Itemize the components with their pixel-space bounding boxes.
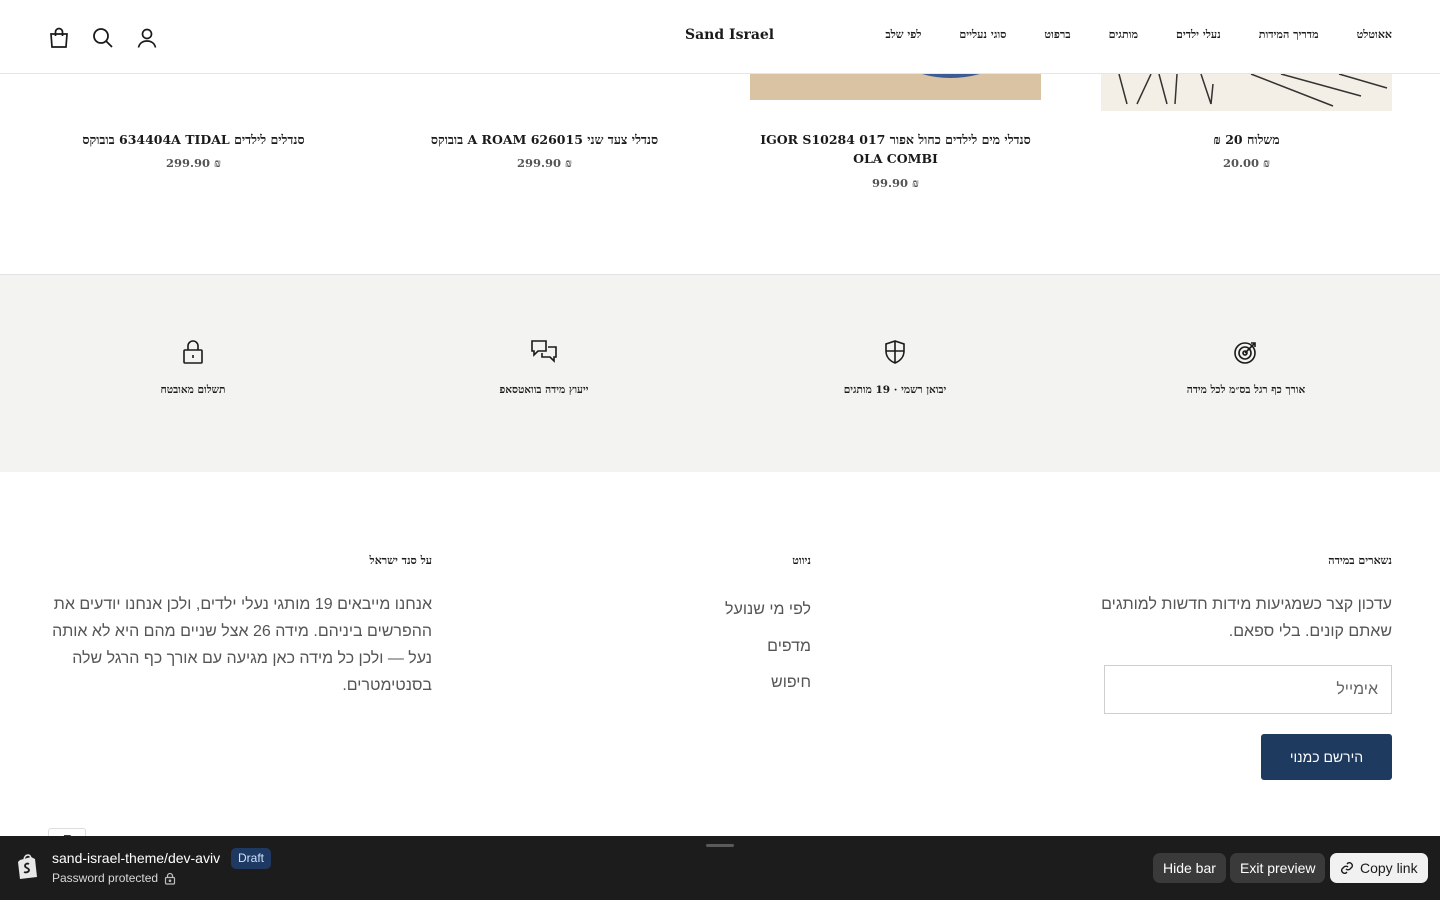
feature-label: תשלום מאובטח [160, 384, 226, 396]
site-logo[interactable]: Sand Israel [685, 27, 774, 43]
footer-link-search[interactable]: חיפוש [725, 665, 811, 702]
header-icons [48, 26, 158, 50]
feature-label: ייעוץ מידה בוואטסאפ [499, 384, 589, 396]
password-status-label: Password protected [52, 871, 159, 885]
product-title[interactable]: משלוח 20 ₪ [1101, 130, 1392, 149]
status-badge: Draft [231, 848, 272, 869]
shopify-icon [18, 854, 37, 879]
site-header: Sand Israel לפי שלב סוגי נעליים ברפוט מו… [0, 0, 1440, 74]
footer-nav-links: לפי מי שנועל מדפים חיפוש [725, 592, 811, 702]
product-title[interactable]: סנדלים לילדים 634404A TIDAL בובוקס [48, 130, 339, 149]
features-band: אורך כף רגל בס״מ לכל מידה יבואן רשמי · 1… [0, 274, 1440, 472]
password-status: Password protected [52, 871, 176, 885]
product-card[interactable]: סנדלי צעד שני A ROAM 626015 בובוקס ₪ 299… [399, 74, 690, 194]
feature-item: אורך כף רגל בס״מ לכל מידה [1096, 339, 1396, 396]
nav-item-kids-shoes[interactable]: נעלי ילדים [1176, 28, 1221, 41]
target-icon [1096, 339, 1396, 365]
site-footer: נשארים במידה עדכון קצר כשמגיעות מידות חד… [0, 472, 1440, 840]
exit-preview-label: Exit preview [1240, 860, 1316, 876]
product-price: ₪ 299.90 [165, 156, 221, 170]
nav-item-shoe-types[interactable]: סוגי נעליים [959, 28, 1006, 41]
product-image[interactable] [750, 74, 1041, 100]
nav-item-barefoot[interactable]: ברפוט [1044, 28, 1070, 41]
product-price: ₪ 299.90 [516, 156, 572, 170]
product-title[interactable]: סנדלי מים לילדים כחול אפור IGOR S10284 0… [750, 130, 1041, 168]
chat-icon [394, 339, 694, 365]
shield-icon [745, 339, 1045, 365]
lock-icon [43, 339, 343, 365]
product-title[interactable]: סנדלי צעד שני A ROAM 626015 בובוקס [399, 130, 690, 149]
about-text: אנחנו מייבאים 19 מותגי נעלי ילדים, ולכן … [52, 596, 432, 694]
subscribe-button[interactable]: הירשם כמנוי [1261, 734, 1392, 780]
account-icon[interactable] [136, 26, 158, 50]
copy-link-label: Copy link [1360, 860, 1418, 876]
link-icon [1341, 862, 1353, 874]
nav-item-size-guide[interactable]: מדריך המידות [1259, 28, 1319, 41]
newsletter-title: נשארים במידה [1328, 554, 1392, 567]
feature-label: אורך כף רגל בס״מ לכל מידה [1186, 384, 1306, 396]
hide-bar-label: Hide bar [1163, 860, 1216, 876]
product-image[interactable] [1101, 74, 1392, 111]
footer-link-by-wearer[interactable]: לפי מי שנועל [725, 592, 811, 629]
search-icon[interactable] [92, 26, 114, 50]
exit-preview-button[interactable]: Exit preview [1230, 853, 1326, 883]
nav-item-brands[interactable]: מותגים [1109, 28, 1138, 41]
copy-link-button[interactable]: Copy link [1330, 853, 1428, 883]
footer-link-shelves[interactable]: מדפים [725, 629, 811, 666]
theme-name: sand-israel-theme/dev-aviv [52, 850, 221, 866]
main-nav: לפי שלב סוגי נעליים ברפוט מותגים נעלי יל… [885, 28, 1392, 41]
lock-icon [164, 872, 176, 885]
hide-bar-button[interactable]: Hide bar [1153, 853, 1226, 883]
product-card[interactable]: משלוח 20 ₪ ₪ 20.00 [1101, 74, 1392, 194]
feature-item: תשלום מאובטח [43, 339, 343, 396]
bag-icon[interactable] [48, 26, 70, 50]
newsletter-text: עדכון קצר כשמגיעות מידות חדשות למותגים ש… [1101, 596, 1392, 640]
product-card[interactable]: סנדלים לילדים 634404A TIDAL בובוקס ₪ 299… [48, 74, 339, 194]
drag-handle[interactable] [706, 844, 734, 847]
navigation-title: ניווט [792, 554, 811, 567]
feature-item: יבואן רשמי · 19 מותגים [745, 339, 1045, 396]
product-card[interactable]: סנדלי מים לילדים כחול אפור IGOR S10284 0… [750, 74, 1041, 194]
feature-item: ייעוץ מידה בוואטסאפ [394, 339, 694, 396]
preview-bar: sand-israel-theme/dev-aviv Draft Passwor… [0, 836, 1440, 900]
feature-label: יבואן רשמי · 19 מותגים [843, 384, 947, 396]
about-title: על סנד ישראל [369, 554, 432, 567]
nav-item-outlet[interactable]: אאוטלט [1357, 28, 1392, 41]
product-price: ₪ 99.90 [871, 176, 919, 190]
nav-item-stage[interactable]: לפי שלב [885, 28, 921, 41]
product-price: ₪ 20.00 [1222, 156, 1270, 170]
email-field[interactable] [1104, 665, 1392, 714]
